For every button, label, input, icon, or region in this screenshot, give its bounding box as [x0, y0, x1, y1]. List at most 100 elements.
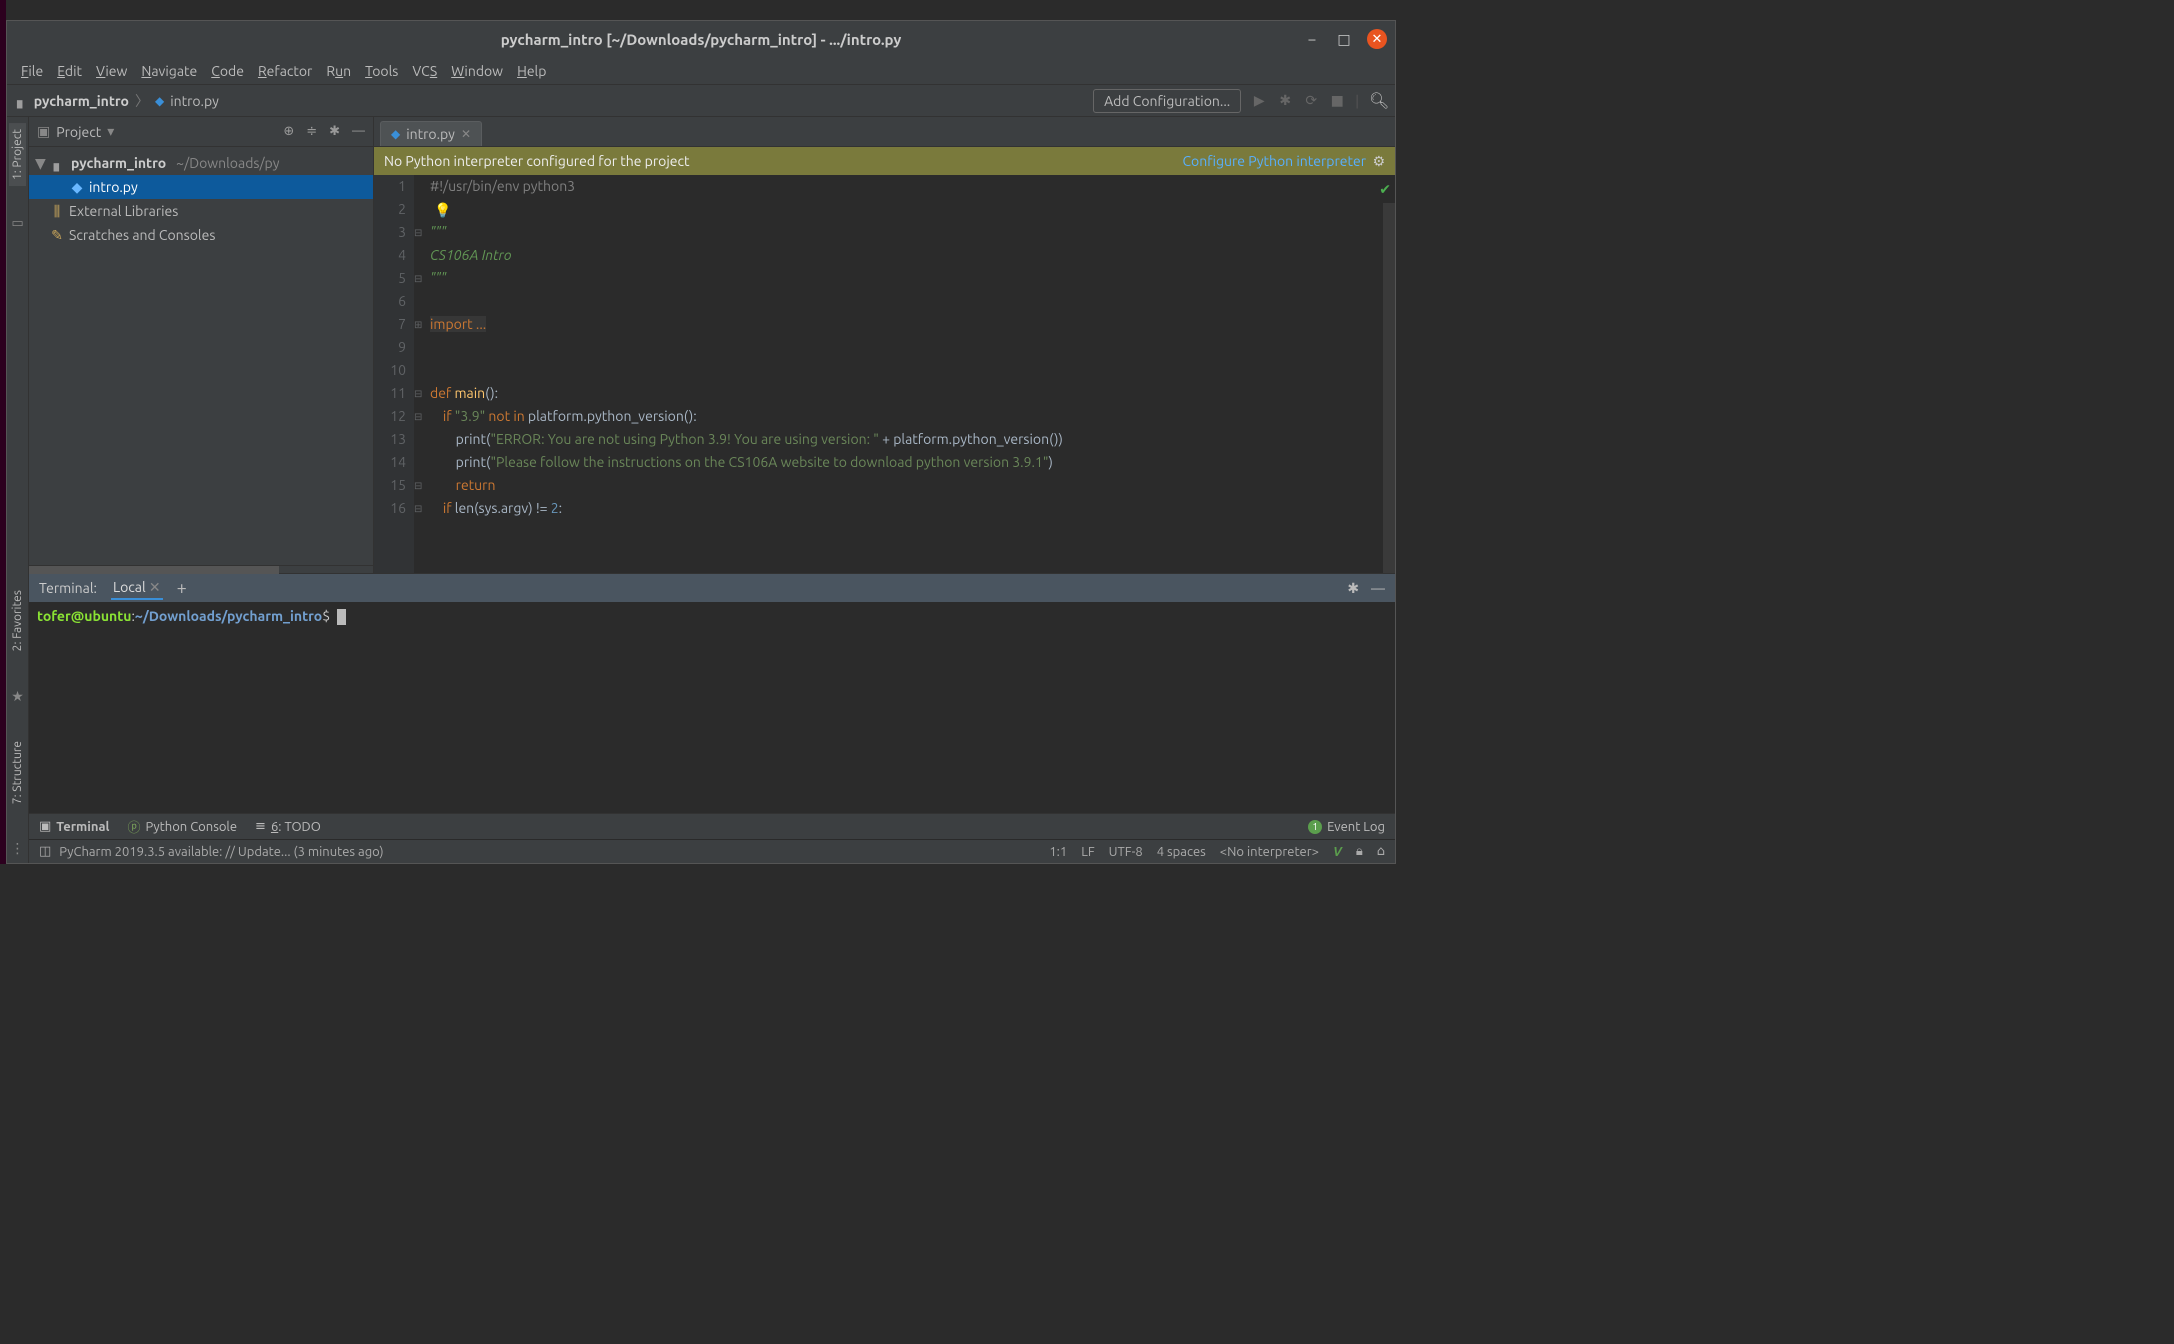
fold-gutter[interactable]: ⊟ ⊟ ⊞ ⊟⊟ ⊟⊟	[414, 175, 428, 573]
list-icon: ≡	[255, 819, 266, 834]
interpreter-info[interactable]: <No interpreter>	[1220, 845, 1319, 859]
project-view-label[interactable]: Project	[56, 124, 101, 140]
line-separator[interactable]: LF	[1081, 845, 1094, 859]
folder-icon: ▖	[17, 92, 28, 109]
coverage-icon[interactable]: ⟳	[1303, 92, 1319, 109]
debug-icon[interactable]: ✱	[1277, 92, 1293, 109]
caret-position[interactable]: 1:1	[1049, 845, 1067, 859]
prompt-dollar: $	[322, 608, 330, 624]
analysis-ok-icon: ✔	[1379, 178, 1391, 201]
terminal-settings-icon[interactable]: ✱	[1347, 580, 1359, 597]
tree-root-path: ~/Downloads/py	[176, 155, 279, 171]
close-button[interactable]: ✕	[1367, 29, 1387, 49]
prompt-user: tofer@ubuntu	[37, 608, 131, 624]
menu-window[interactable]: Window	[451, 63, 503, 79]
tree-file-selected[interactable]: ◆ intro.py	[29, 175, 373, 199]
window-title: pycharm_intro [~/Downloads/pycharm_intro…	[501, 31, 902, 48]
hide-icon[interactable]: —	[352, 124, 365, 139]
terminal-body[interactable]: tofer@ubuntu:~/Downloads/pycharm_intro$	[29, 602, 1395, 813]
stop-icon[interactable]: ■	[1329, 92, 1345, 109]
python-console-tool-button[interactable]: ⓟPython Console	[127, 817, 237, 836]
menu-refactor[interactable]: Refactor	[258, 63, 312, 79]
terminal-title: Terminal:	[39, 580, 97, 596]
menu-tools[interactable]: Tools	[365, 63, 398, 79]
editor-scrollbar[interactable]	[1383, 203, 1395, 573]
terminal-tab-local[interactable]: Local ✕	[111, 577, 163, 600]
project-tool-tab[interactable]: 1: Project	[9, 123, 26, 186]
folder-icon: ▖	[51, 155, 67, 172]
terminal-cursor	[337, 609, 346, 625]
tree-scratches[interactable]: ✎ Scratches and Consoles	[29, 223, 373, 247]
search-everywhere-icon[interactable]: 🔍︎	[1369, 91, 1385, 110]
scratch-icon: ✎	[49, 227, 65, 244]
indent-info[interactable]: 4 spaces	[1157, 845, 1206, 859]
menu-view[interactable]: View	[96, 63, 127, 79]
chevron-down-icon[interactable]: ▾	[107, 123, 114, 140]
terminal-icon: ▣	[39, 819, 51, 834]
code-editor[interactable]: ✔ 💡 1234567910111213141516 ⊟ ⊟ ⊞ ⊟⊟ ⊟⊟ #…	[374, 175, 1395, 573]
tool-window-quick-access-icon[interactable]: ◫	[39, 844, 51, 859]
project-view-icon: ▣	[37, 123, 50, 140]
line-gutter[interactable]: 1234567910111213141516	[374, 175, 414, 573]
todo-tool-button[interactable]: ≡6: TODO	[255, 819, 321, 834]
terminal-hide-icon[interactable]: —	[1371, 580, 1385, 597]
breadcrumb-file[interactable]: intro.py	[170, 93, 219, 109]
tree-root-label: pycharm_intro	[71, 155, 166, 171]
bookmark-icon[interactable]: ▭	[11, 216, 23, 231]
notification-badge: 1	[1308, 820, 1322, 834]
tree-file-label: intro.py	[89, 179, 138, 195]
structure-tool-tab[interactable]: 7: Structure	[9, 735, 26, 810]
event-log-button[interactable]: 1 Event Log	[1308, 820, 1385, 834]
status-update-message[interactable]: PyCharm 2019.3.5 available: // Update...…	[59, 845, 383, 859]
code-text[interactable]: #!/usr/bin/env python3 """ CS106A Intro …	[428, 175, 1395, 573]
memory-icon[interactable]: ⌂	[1377, 844, 1385, 859]
project-tree[interactable]: ▼▖ pycharm_intro ~/Downloads/py ◆ intro.…	[29, 147, 373, 565]
star-icon: ★	[11, 688, 24, 705]
project-hscroll[interactable]	[29, 565, 373, 573]
close-terminal-tab-icon[interactable]: ✕	[149, 579, 161, 595]
maximize-button[interactable]: □	[1335, 30, 1353, 48]
menu-vcs[interactable]: VCS	[412, 63, 437, 79]
run-icon[interactable]: ▶	[1251, 92, 1267, 109]
editor-tabbar: ◆ intro.py ✕	[374, 117, 1395, 147]
terminal-panel: Terminal: Local ✕ + ✱ — tofer@ubuntu:~/D…	[29, 573, 1395, 813]
python-icon: ⓟ	[127, 817, 140, 836]
breadcrumb: ▖ pycharm_intro 〉 ◆ intro.py	[17, 91, 219, 111]
tree-scratch-label: Scratches and Consoles	[69, 227, 215, 243]
menu-navigate[interactable]: Navigate	[141, 63, 197, 79]
menu-code[interactable]: Code	[211, 63, 244, 79]
terminal-tool-button[interactable]: ▣Terminal	[39, 819, 109, 834]
minimize-button[interactable]: –	[1303, 30, 1321, 48]
structure-icon: ⋮	[11, 840, 25, 857]
python-file-icon: ◆	[155, 94, 164, 108]
banner-message: No Python interpreter configured for the…	[384, 153, 690, 169]
pycharm-window: pycharm_intro [~/Downloads/pycharm_intro…	[6, 20, 1396, 864]
settings-icon[interactable]: ✱	[329, 124, 340, 139]
expand-all-icon[interactable]: ≑	[306, 124, 317, 139]
editor-area: ◆ intro.py ✕ No Python interpreter confi…	[374, 117, 1395, 573]
breadcrumb-root[interactable]: pycharm_intro	[34, 93, 129, 109]
project-panel: ▣ Project ▾ ⊕ ≑ ✱ — ▼▖	[29, 117, 374, 573]
select-opened-icon[interactable]: ⊕	[283, 124, 294, 139]
add-configuration-button[interactable]: Add Configuration...	[1093, 89, 1241, 113]
tree-external-libraries[interactable]: ⫼ External Libraries	[29, 199, 373, 223]
editor-tab[interactable]: ◆ intro.py ✕	[380, 121, 482, 146]
ide-error-icon[interactable]: V	[1333, 845, 1342, 859]
favorites-tool-tab[interactable]: 2: Favorites	[9, 584, 26, 657]
new-terminal-button[interactable]: +	[177, 578, 187, 598]
tree-root[interactable]: ▼▖ pycharm_intro ~/Downloads/py	[29, 151, 373, 175]
title-bar[interactable]: pycharm_intro [~/Downloads/pycharm_intro…	[7, 21, 1395, 57]
file-encoding[interactable]: UTF-8	[1109, 845, 1143, 859]
intention-bulb-icon[interactable]: 💡	[434, 199, 451, 222]
configure-interpreter-link[interactable]: Configure Python interpreter	[1182, 153, 1366, 169]
menu-file[interactable]: File	[21, 63, 43, 79]
menu-run[interactable]: Run	[326, 63, 351, 79]
editor-tab-label: intro.py	[406, 126, 455, 142]
lock-icon[interactable]: 🔒︎	[1356, 844, 1363, 859]
tree-extlib-label: External Libraries	[69, 203, 178, 219]
menu-help[interactable]: Help	[517, 63, 546, 79]
interpreter-banner: No Python interpreter configured for the…	[374, 147, 1395, 175]
gear-icon[interactable]: ⚙	[1372, 153, 1385, 169]
close-tab-icon[interactable]: ✕	[461, 127, 471, 141]
menu-edit[interactable]: Edit	[57, 63, 82, 79]
